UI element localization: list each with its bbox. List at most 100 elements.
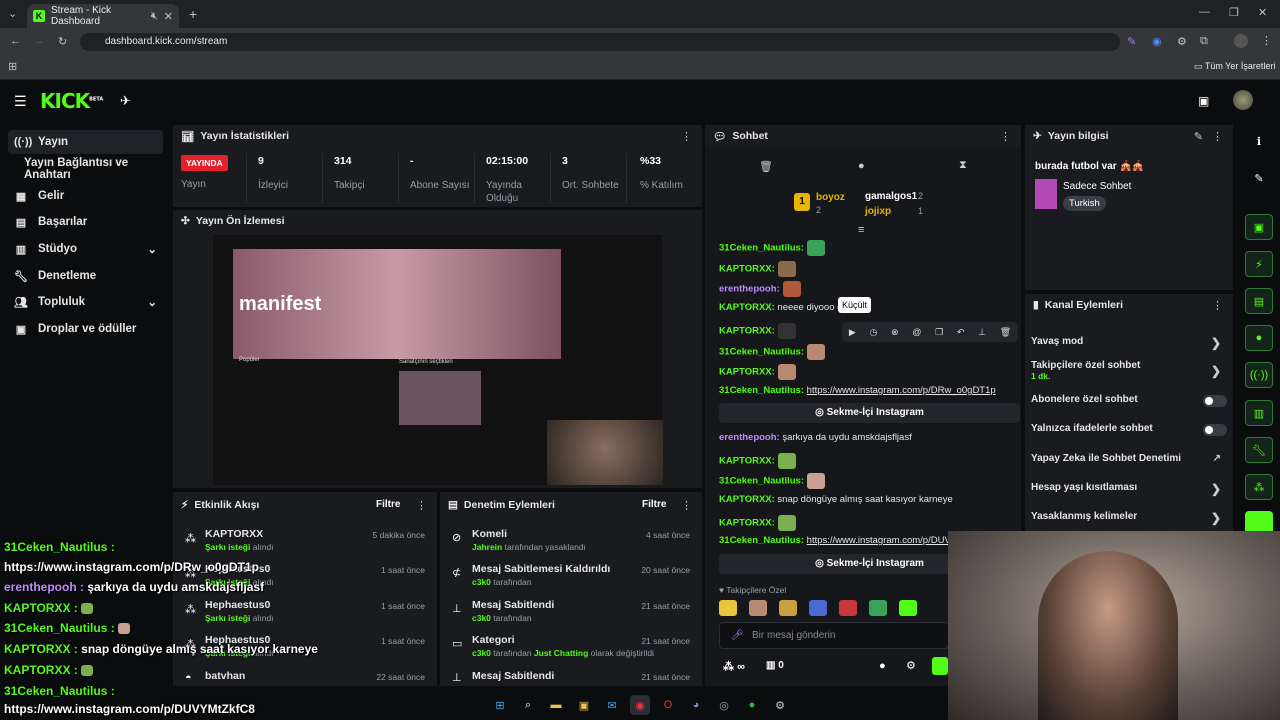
tab-search-icon[interactable]: ⌄ <box>8 7 17 20</box>
community-rail-icon[interactable]: ⁂ <box>1245 474 1273 500</box>
user-avatar[interactable] <box>1233 90 1253 110</box>
minimize-icon[interactable]: — <box>1199 6 1210 18</box>
emote[interactable] <box>869 600 887 616</box>
back-icon[interactable]: ← <box>10 35 21 47</box>
broadcast-rail-icon[interactable]: ((·)) <box>1245 362 1273 388</box>
sidebar-item-denetleme[interactable]: 🔧︎ Denetleme <box>8 264 163 288</box>
sidebar-item-basarilar[interactable]: ▤ Başarılar <box>8 210 163 234</box>
microphone-icon[interactable]: 🎤︎ <box>731 623 744 648</box>
followers-only-action[interactable]: Takipçilere özel sohbet 1 dk. ❯ <box>1031 360 1227 381</box>
browser-tab[interactable]: K Stream - Kick Dashboard 🔇︎ ✕ <box>27 4 179 28</box>
maximize-icon[interactable]: ❐ <box>1229 6 1239 19</box>
chat-username[interactable]: KAPTORXX: <box>719 456 775 467</box>
list-rail-icon[interactable]: ▤ <box>1245 288 1273 314</box>
chat-username[interactable]: 31Ceken_Nautilus: <box>719 347 804 358</box>
chat-username[interactable]: erenthepooh: <box>719 432 780 443</box>
mute-tab-icon[interactable]: 🔇︎ <box>151 10 158 23</box>
copy-icon[interactable]: ❐ <box>935 327 943 338</box>
edit-rail-icon[interactable]: ✎ <box>1245 165 1273 191</box>
hourglass-icon[interactable]: ⧗ <box>959 159 967 172</box>
chat-username[interactable]: 31Ceken_Nautilus: <box>719 476 804 487</box>
steam-icon[interactable]: ◎ <box>714 695 734 715</box>
emote[interactable] <box>749 600 767 616</box>
sidebar-item-droplar[interactable]: ▣ Droplar ve ödüller <box>8 317 163 341</box>
kebab-menu-icon[interactable]: ⋮ <box>1212 299 1223 312</box>
chat-username[interactable]: 31Ceken_Nautilus: <box>719 385 804 396</box>
focus-icon[interactable]: ▣ <box>1245 214 1273 240</box>
extension-audio-icon[interactable]: ◉ <box>1152 35 1162 48</box>
subscribers-only-toggle[interactable] <box>1203 395 1227 407</box>
kebab-menu-icon[interactable]: ⋮ <box>416 499 427 512</box>
gift-rail-icon[interactable]: ▥ <box>1245 400 1273 426</box>
close-window-icon[interactable]: ✕ <box>1258 6 1267 19</box>
chat-input[interactable]: 🎤︎ Bir mesaj gönderin <box>719 622 949 649</box>
sidebar-item-gelir[interactable]: ▦ Gelir <box>8 184 163 208</box>
emote[interactable] <box>779 600 797 616</box>
hamburger-menu-icon[interactable]: ☰ <box>14 93 27 110</box>
sidebar-item-stream-key[interactable]: Yayın Bağlantısı ve Anahtarı <box>8 157 173 181</box>
sidebar-item-studyo[interactable]: ▥ Stüdyo ⌄ <box>8 237 163 261</box>
apps-grid-icon[interactable]: ⊞ <box>8 60 17 73</box>
chat-username[interactable]: KAPTORXX: <box>719 302 775 313</box>
account-age-action[interactable]: Hesap yaşı kısıtlaması ❯ <box>1031 482 1227 496</box>
opera-icon[interactable]: O <box>658 695 678 715</box>
kebab-menu-icon[interactable]: ⋮ <box>681 499 692 512</box>
banned-words-action[interactable]: Yasaklanmış kelimeler ❯ <box>1031 511 1227 525</box>
delete-icon[interactable]: 🗑︎ <box>1000 327 1011 338</box>
bolt-rail-icon[interactable]: ⚡︎ <box>1245 251 1273 277</box>
forward-icon[interactable]: → <box>34 35 45 47</box>
new-tab-icon[interactable]: + <box>189 6 197 22</box>
emote[interactable] <box>719 600 737 616</box>
kebab-menu-icon[interactable]: ⋮ <box>1212 130 1223 143</box>
chat-username[interactable]: KAPTORXX: <box>719 518 775 529</box>
sidebar-item-yayin[interactable]: ((·)) Yayın <box>8 130 163 154</box>
mention-icon[interactable]: @ <box>912 327 921 337</box>
mail-icon[interactable]: ✉ <box>602 695 622 715</box>
chat-username[interactable]: KAPTORXX: <box>719 494 775 505</box>
ai-moderation-action[interactable]: Yapay Zeka ile Sohbet Denetimi ↗ <box>1031 453 1227 464</box>
category-name[interactable]: Sadece Sohbet <box>1063 181 1131 192</box>
kick-logo[interactable]: KICKBETA <box>40 89 103 113</box>
close-tab-icon[interactable]: ✕ <box>164 10 173 23</box>
settings-app-icon[interactable]: ⚙ <box>770 695 790 715</box>
trash-icon[interactable]: 🗑︎ <box>759 160 773 173</box>
collapse-icon[interactable]: ≡ <box>858 224 864 236</box>
leader-name[interactable]: jojixp <box>865 206 891 217</box>
chat-username[interactable]: 31Ceken_Nautilus: <box>719 535 804 546</box>
search-icon[interactable]: ⌕ <box>518 695 538 715</box>
store-icon[interactable]: ▣ <box>574 695 594 715</box>
filter-button[interactable]: Filtre <box>642 499 666 510</box>
send-button[interactable] <box>932 657 948 675</box>
chat-bubble-icon[interactable]: ● <box>858 160 865 172</box>
leader-name[interactable]: gamalgos1 <box>865 191 917 202</box>
profile-avatar[interactable] <box>1234 34 1248 48</box>
viewer-count[interactable]: ⁂ ∞ <box>723 660 745 673</box>
pin-icon[interactable]: ✈ <box>120 93 131 109</box>
chat-username[interactable]: KAPTORXX: <box>719 264 775 275</box>
pin-message-icon[interactable]: ⊥ <box>978 327 986 338</box>
emote[interactable] <box>809 600 827 616</box>
emote[interactable] <box>899 600 917 616</box>
emote[interactable] <box>839 600 857 616</box>
chat-username[interactable]: erenthepooh: <box>719 284 780 295</box>
chrome-icon[interactable]: ◉ <box>630 695 650 715</box>
all-bookmarks[interactable]: ▭ Tüm Yer İşaretleri <box>1194 61 1275 72</box>
discord-icon[interactable]: ◕ <box>686 695 706 715</box>
slow-mode-action[interactable]: Yavaş mod ❯ <box>1031 336 1227 350</box>
extension-pen-icon[interactable]: ✎ <box>1127 35 1136 48</box>
timeout-icon[interactable]: ◷ <box>869 327 877 338</box>
reply-icon[interactable]: ↶ <box>957 327 965 338</box>
leader-name[interactable]: boyoz <box>816 192 845 203</box>
filter-button[interactable]: Filtre <box>376 499 400 510</box>
chrome-menu-icon[interactable]: ⋮ <box>1261 34 1272 47</box>
spotify-icon[interactable]: ● <box>742 695 762 715</box>
gift-counter[interactable]: ▥ 0 <box>766 660 784 671</box>
sidebar-item-topluluk[interactable]: 👥︎ Topluluk ⌄ <box>8 290 163 314</box>
chat-username[interactable]: KAPTORXX: <box>719 326 775 337</box>
reload-icon[interactable]: ↻ <box>58 35 67 48</box>
extensions-puzzle-icon[interactable]: ⧉ <box>1200 35 1208 48</box>
hide-icon[interactable]: ⊗ <box>891 327 899 338</box>
chat-link[interactable]: https://www.instagram.com/p/DUVY <box>807 535 949 546</box>
kebab-menu-icon[interactable]: ⋮ <box>1000 130 1011 143</box>
edit-icon[interactable]: ✎ <box>1194 130 1203 143</box>
